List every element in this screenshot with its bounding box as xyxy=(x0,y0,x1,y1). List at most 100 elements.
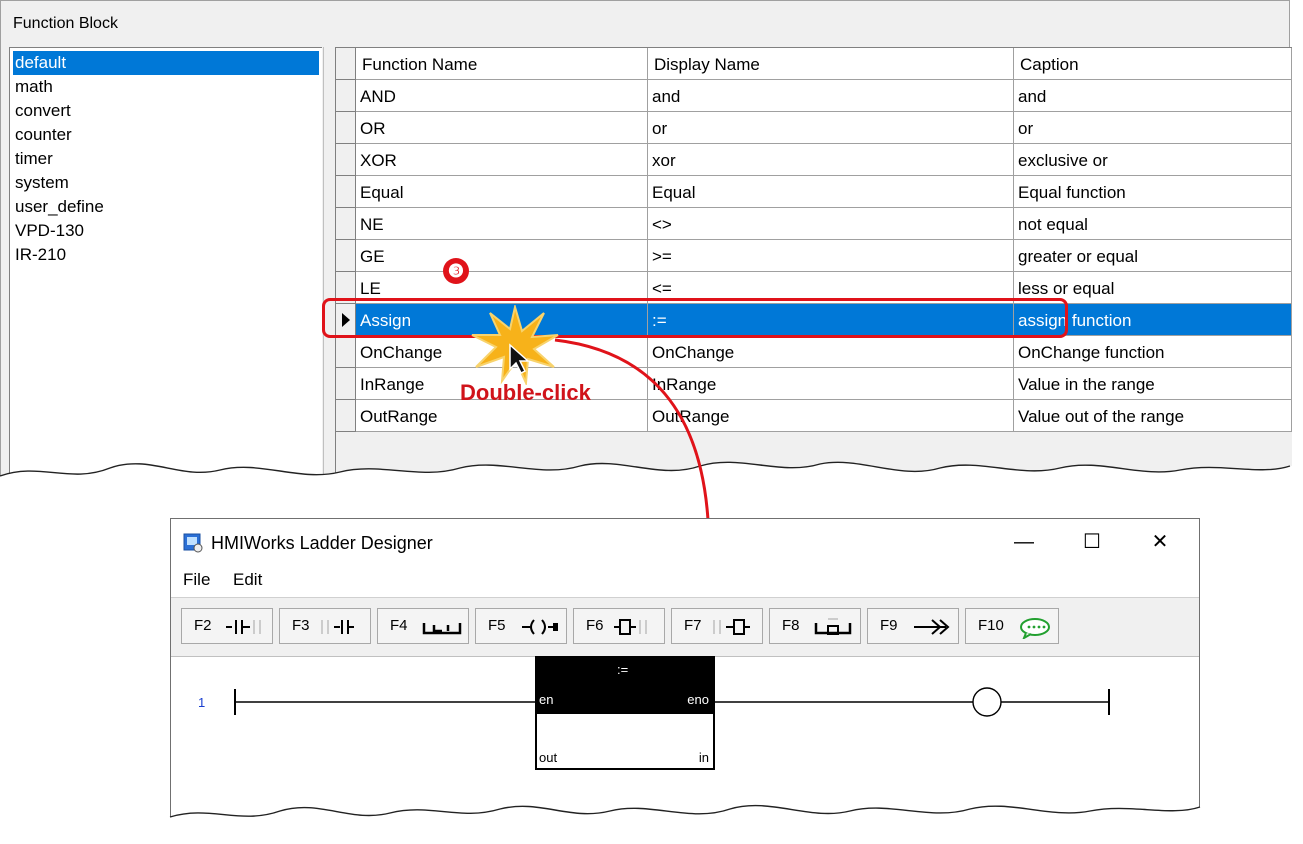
category-item-counter[interactable]: counter xyxy=(13,123,319,147)
cell-caption[interactable]: or xyxy=(1014,112,1292,144)
cell-caption[interactable]: greater or equal xyxy=(1014,240,1292,272)
block-name: := xyxy=(617,662,629,677)
f7-label: F7 xyxy=(684,617,702,634)
category-item-timer[interactable]: timer xyxy=(13,147,319,171)
function-block-window: Function Block default math convert coun… xyxy=(0,0,1292,502)
close-button[interactable]: ✕ xyxy=(1137,525,1183,559)
cell-caption[interactable]: OnChange function xyxy=(1014,336,1292,368)
double-click-label: Double-click xyxy=(460,380,591,405)
app-icon xyxy=(183,533,203,553)
function-table: Function Name Display Name Caption AND a… xyxy=(335,47,1292,502)
splitter[interactable] xyxy=(323,47,334,501)
window-title: Function Block xyxy=(13,15,118,32)
cell-function-name[interactable]: OR xyxy=(356,112,648,144)
row-header[interactable] xyxy=(336,240,356,272)
f4-branch-button[interactable]: F4 xyxy=(377,608,469,644)
f10-comment-button[interactable]: F10 xyxy=(965,608,1059,644)
category-list[interactable]: default math convert counter timer syste… xyxy=(9,47,322,502)
column-header-caption[interactable]: Caption xyxy=(1014,48,1292,80)
branch-icon xyxy=(422,623,462,635)
row-header[interactable] xyxy=(336,176,356,208)
pin-in: in xyxy=(698,750,709,765)
function-block-icon xyxy=(713,619,750,635)
f5-coil-button[interactable]: F5 xyxy=(475,608,567,644)
cell-caption[interactable]: not equal xyxy=(1014,208,1292,240)
f3-label: F3 xyxy=(292,617,310,634)
title-bar[interactable]: HMIWorks Ladder Designer — ☐ ✕ xyxy=(171,519,1199,565)
function-block-icon xyxy=(614,619,647,635)
f6-label: F6 xyxy=(586,617,604,634)
comment-icon xyxy=(1020,618,1050,639)
cell-function-name[interactable]: GE xyxy=(356,240,648,272)
contact-nc-icon xyxy=(321,620,354,634)
pin-out: out xyxy=(539,750,558,765)
pin-eno: eno xyxy=(687,692,709,707)
category-item-math[interactable]: math xyxy=(13,75,319,99)
cell-display-name[interactable]: Equal xyxy=(648,176,1014,208)
row-header[interactable] xyxy=(336,144,356,176)
torn-edge xyxy=(169,804,1303,843)
cell-display-name[interactable]: and xyxy=(648,80,1014,112)
f8-branch-button[interactable]: F8 xyxy=(769,608,861,644)
category-item-ir-210[interactable]: IR-210 xyxy=(13,243,319,267)
maximize-button[interactable]: ☐ xyxy=(1069,525,1115,559)
cell-display-name[interactable]: or xyxy=(648,112,1014,144)
cell-function-name[interactable]: XOR xyxy=(356,144,648,176)
cell-caption[interactable]: Value out of the range xyxy=(1014,400,1292,432)
cell-caption[interactable]: exclusive or xyxy=(1014,144,1292,176)
row-header[interactable] xyxy=(336,208,356,240)
menu-bar: File Edit xyxy=(171,565,1199,595)
f9-jump-button[interactable]: F9 xyxy=(867,608,959,644)
contact-no-icon xyxy=(226,620,261,634)
category-item-convert[interactable]: convert xyxy=(13,99,319,123)
click-burst-icon xyxy=(471,305,559,385)
f6-block-button[interactable]: F6 xyxy=(573,608,665,644)
block-header: := en eno xyxy=(537,658,713,714)
f3-contact-button[interactable]: F3 xyxy=(279,608,371,644)
row-header[interactable] xyxy=(336,368,356,400)
f9-label: F9 xyxy=(880,617,898,634)
f2-contact-button[interactable]: F2 xyxy=(181,608,273,644)
row-header[interactable] xyxy=(336,112,356,144)
f2-label: F2 xyxy=(194,617,212,634)
cell-caption[interactable]: Value in the range xyxy=(1014,368,1292,400)
step-badge: ❸ xyxy=(443,258,469,284)
column-header-display-name[interactable]: Display Name xyxy=(648,48,1014,80)
category-item-vpd-130[interactable]: VPD-130 xyxy=(13,219,319,243)
cell-display-name[interactable]: xor xyxy=(648,144,1014,176)
cell-display-name[interactable]: <> xyxy=(648,208,1014,240)
highlight-rectangle xyxy=(322,298,1068,338)
coil-icon xyxy=(522,619,558,635)
cell-function-name[interactable]: AND xyxy=(356,80,648,112)
f8-label: F8 xyxy=(782,617,800,634)
window-title: HMIWorks Ladder Designer xyxy=(211,533,433,553)
double-arrow-icon xyxy=(914,619,950,635)
toolbar: F2 F3 F4 F5 F6 F7 F8 F9 F10 xyxy=(171,597,1199,657)
cell-function-name[interactable]: NE xyxy=(356,208,648,240)
assign-function-block[interactable]: := en eno out in xyxy=(535,656,715,770)
torn-edge xyxy=(0,461,1303,504)
f5-label: F5 xyxy=(488,617,506,634)
cell-display-name[interactable]: OnChange xyxy=(648,336,1014,368)
category-item-user-define[interactable]: user_define xyxy=(13,195,319,219)
minimize-button[interactable]: — xyxy=(1001,525,1047,559)
cell-caption[interactable]: and xyxy=(1014,80,1292,112)
cell-display-name[interactable]: OutRange xyxy=(648,400,1014,432)
menu-file[interactable]: File xyxy=(183,570,210,590)
f10-label: F10 xyxy=(978,617,1004,634)
category-item-default[interactable]: default xyxy=(13,51,319,75)
row-header[interactable] xyxy=(336,80,356,112)
row-header[interactable] xyxy=(336,336,356,368)
menu-edit[interactable]: Edit xyxy=(233,570,262,590)
row-header[interactable] xyxy=(336,400,356,432)
cell-function-name[interactable]: Equal xyxy=(356,176,648,208)
header-corner xyxy=(336,48,356,80)
category-item-system[interactable]: system xyxy=(13,171,319,195)
column-header-function-name[interactable]: Function Name xyxy=(356,48,648,80)
f4-label: F4 xyxy=(390,617,408,634)
cell-display-name[interactable]: >= xyxy=(648,240,1014,272)
cell-display-name[interactable]: InRange xyxy=(648,368,1014,400)
branch-block-icon xyxy=(814,618,852,635)
cell-caption[interactable]: Equal function xyxy=(1014,176,1292,208)
f7-block-button[interactable]: F7 xyxy=(671,608,763,644)
